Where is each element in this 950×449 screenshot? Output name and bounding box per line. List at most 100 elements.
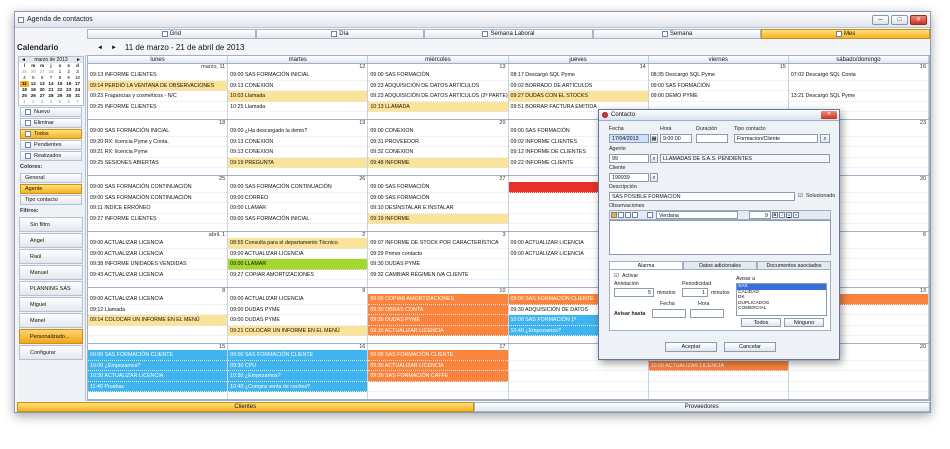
fecha-field[interactable]: 17/04/2013 bbox=[609, 134, 649, 143]
calendar-event[interactable]: 09:27 COPIAR AMORTIZACIONES bbox=[228, 270, 368, 280]
calendar-event[interactable]: 09:12 Llamada bbox=[88, 305, 228, 315]
calendar-event[interactable]: 09:00 SAS FORMACIÓN CONTINUACIÓN bbox=[88, 182, 228, 193]
calendar-event[interactable]: 10:13 LLAMADA bbox=[368, 101, 508, 112]
calendar-event[interactable] bbox=[788, 382, 929, 392]
day-cell[interactable]: 15 09:00 SAS FORMACIÓN CLIENTE 10:00 ¿Empe… bbox=[88, 344, 229, 399]
calendar-event[interactable]: 09:25 SESIONES ABIERTAS bbox=[88, 158, 228, 168]
aceptar-button[interactable]: Aceptar bbox=[665, 342, 717, 352]
align-right-icon[interactable] bbox=[625, 212, 631, 218]
calendar-event[interactable] bbox=[88, 326, 228, 336]
observaciones-field[interactable] bbox=[609, 220, 831, 255]
calendar-event[interactable] bbox=[788, 361, 929, 371]
calendar-event[interactable]: 09:00 CORREO bbox=[228, 193, 368, 203]
calendar-event[interactable]: 09:13 CONEXION bbox=[228, 137, 368, 147]
mini-calendar[interactable]: ◄ marzo de 2013 ► l m m j v s d 25 26 27 28 1 2 3 4 5 6 7 8 9… bbox=[18, 56, 84, 106]
cliente-lookup-icon[interactable]: ⌕ bbox=[650, 173, 658, 182]
day-cell[interactable]: 12 09:00 SAS FORMACIÓN INICIAL 09:13 CONEX… bbox=[228, 64, 369, 119]
tab-día[interactable]: Día bbox=[255, 29, 425, 39]
sidebar-miguel[interactable]: Miguel bbox=[19, 297, 83, 312]
day-cell[interactable]: 9 09:00 ACTUALIZAR LICENCIA 09:00 DUDAS PY… bbox=[228, 288, 369, 343]
sidebar-todos[interactable]: Todos bbox=[20, 129, 82, 139]
calendar-event[interactable]: 09:00 SAS FORMACIÓN CLIENTE bbox=[88, 350, 228, 361]
tipo-contacto-field[interactable]: Formacion/Cliente bbox=[734, 134, 818, 143]
day-cell[interactable]: marzo, 11 09:13 INFORME CLIENTES 09:14 PER… bbox=[88, 64, 229, 119]
day-cell[interactable]: 19 09:00 ¿Ha descargado la demo? 09:13 CON… bbox=[228, 120, 369, 175]
calendar-event[interactable]: 09:14 PERDIÓ LA VENTANA DE OBSERVACIONES bbox=[88, 80, 228, 91]
calendar-event[interactable]: 09:30 CPU bbox=[228, 360, 368, 371]
align-left-icon[interactable] bbox=[611, 212, 617, 218]
minimize-button[interactable]: ─ bbox=[872, 14, 889, 25]
calendar-event[interactable]: 09:00 SAS FORMACIÓN CONTINUACIÓN bbox=[88, 193, 228, 203]
bottom-tab-proveedores[interactable]: Proveedores bbox=[473, 402, 930, 412]
calendar-event[interactable]: 09:43 ACTUALIZAR LICENCIA bbox=[88, 270, 228, 280]
calendar-event[interactable]: 09:30 ACTUALIZAR LICENCIA bbox=[368, 325, 508, 336]
calendar-event[interactable]: 09:30 OBRAS CONTA bbox=[368, 304, 508, 315]
calendar-event[interactable] bbox=[368, 382, 508, 392]
calendar-event[interactable]: 09:00 DUDAS PYME bbox=[228, 315, 368, 326]
calendar-event[interactable]: 09:23 ADQUISICIÓN DE DATOS ARTÍCULOS bbox=[368, 81, 508, 91]
day-cell[interactable]: 25 09:00 SAS FORMACIÓN CONTINUACIÓN 09:00 … bbox=[88, 176, 229, 231]
tab-semana[interactable]: Semana bbox=[592, 29, 762, 39]
day-cell[interactable]: 16 09:00 SAS FORMACIÓN CLIENTE 09:30 CPU 10… bbox=[228, 344, 369, 399]
close-button[interactable]: ✕ bbox=[910, 14, 927, 25]
agente-code-field[interactable]: 99 bbox=[609, 154, 649, 163]
calendar-event[interactable]: 09:30 DUDAS PYME bbox=[368, 315, 508, 326]
day-cell[interactable]: 10 09:00 COPIAR AMORTIZACIONES 09:30 OBRAS… bbox=[368, 288, 509, 343]
calendar-event[interactable]: 09:19 PREGUNTA bbox=[228, 157, 368, 168]
day-cell[interactable]: 2 08:55 Consulta para el departamento Téc… bbox=[228, 232, 369, 287]
day-cell[interactable]: 3 09:07 INFORME DE STOCK POR CARACTERÍSTI… bbox=[368, 232, 509, 287]
sidebar-pendientes[interactable]: Pendientes bbox=[20, 140, 82, 150]
calendar-event[interactable]: 09:31 PROVEEDOR bbox=[368, 137, 508, 147]
prev-arrow-icon[interactable]: ◄ bbox=[97, 45, 103, 51]
font-color-icon[interactable] bbox=[647, 212, 653, 218]
calendar-event[interactable]: 08:55 Consulta para el departamento Técn… bbox=[228, 238, 368, 249]
calendar-event[interactable]: 10:30 ¿Empezamos? bbox=[228, 371, 368, 382]
calendar-event[interactable]: 09:19 INFORME bbox=[368, 213, 508, 224]
font-select[interactable]: Verdana bbox=[656, 211, 738, 219]
calendar-event[interactable]: 09:23 ADQUISICIÓN DE DATOS ARTÍCULOS (2ª… bbox=[368, 91, 508, 102]
next-arrow-icon[interactable]: ► bbox=[111, 45, 117, 51]
sidebar-planning-sas[interactable]: PLANNING SAS bbox=[19, 281, 83, 296]
calendar-event[interactable]: 07:02 Descargó SQL Conta bbox=[788, 70, 929, 81]
calendar-event[interactable]: 08:17 Descargó SQL Pyme bbox=[508, 70, 648, 81]
calendar-event[interactable]: 09:30 ACTUALIZAR LICENCIA bbox=[368, 360, 508, 371]
calendar-event[interactable] bbox=[508, 382, 648, 392]
sidebar-agente[interactable]: Agente bbox=[20, 184, 82, 194]
calendar-event[interactable]: 09:29 Primer contacto bbox=[368, 249, 508, 259]
tab-mes[interactable]: Mes bbox=[761, 29, 930, 39]
calendar-event[interactable] bbox=[648, 371, 788, 382]
maximize-button[interactable]: □ bbox=[891, 14, 908, 25]
cliente-field[interactable]: 199939 bbox=[609, 173, 649, 182]
cancelar-button[interactable]: Cancelar bbox=[724, 342, 776, 352]
minical-day[interactable]: 5 bbox=[55, 99, 64, 105]
bold-icon[interactable]: B bbox=[772, 212, 778, 218]
calendar-event[interactable]: 09:32 CAMBIAR RÉGIMEN IVA CLIENTE bbox=[368, 270, 508, 280]
calendar-event[interactable]: 09:13 INFORME CLIENTES bbox=[88, 70, 228, 81]
search-icon[interactable]: ⌕ bbox=[793, 212, 799, 218]
hora-field[interactable]: 9:00:00 bbox=[660, 134, 692, 143]
calendar-event[interactable]: 10:30 ACTUALIZAR LICENCIA bbox=[88, 371, 228, 382]
calendar-event[interactable]: 09:30 DUDAS PYME bbox=[368, 259, 508, 270]
antelacion-field[interactable]: 5 bbox=[614, 288, 654, 297]
align-center-icon[interactable] bbox=[618, 212, 624, 218]
minical-day[interactable]: 4 bbox=[47, 99, 56, 105]
calendar-event[interactable]: 09:10 DESINSTALAR E INSTALAR bbox=[368, 203, 508, 214]
calendar-event[interactable]: 09:13 CONEXION bbox=[228, 147, 368, 158]
tab-grid[interactable]: Grid bbox=[87, 29, 256, 39]
periodicidad-field[interactable]: 1 bbox=[682, 288, 708, 297]
day-cell[interactable]: 26 09:00 SAS FORMACIÓN CONTINUACIÓN 09:00 … bbox=[228, 176, 369, 231]
calendar-event[interactable]: 10:00 ACTUALIZAR LICENCIA bbox=[648, 360, 788, 371]
calendar-event[interactable]: 09:21 COLOCAR UN INFORME EN EL MENÚ bbox=[228, 325, 368, 336]
calendar-event[interactable]: 09:00 DEMO PYME bbox=[648, 91, 788, 102]
calendar-event[interactable]: 10:03 Llamada bbox=[228, 91, 368, 102]
calendar-event[interactable]: 09:00 SAS FORMACIÓN bbox=[648, 81, 788, 91]
calendar-event[interactable]: 09:07 INFORME DE STOCK POR CARACTERÍSTIC… bbox=[368, 238, 508, 249]
day-cell[interactable]: abril, 1 09:00 ACTUALIZAR LICENCIA 09:00 A… bbox=[88, 232, 229, 287]
calendar-event[interactable]: 09:25 INFORME CLIENTES bbox=[88, 102, 228, 112]
calendar-event[interactable]: 09:00 SAS FORMACIÓN INICIAL bbox=[88, 126, 228, 137]
minical-day[interactable]: 7 bbox=[73, 99, 82, 105]
calendar-event[interactable] bbox=[508, 371, 648, 382]
calendar-event[interactable]: 09:00 ¿Ha descargado la demo? bbox=[228, 126, 368, 137]
calendar-event[interactable]: 09:00 ACTUALIZAR LICENCIA bbox=[88, 294, 228, 305]
bottom-tab-clientes[interactable]: Clientes bbox=[17, 402, 474, 412]
